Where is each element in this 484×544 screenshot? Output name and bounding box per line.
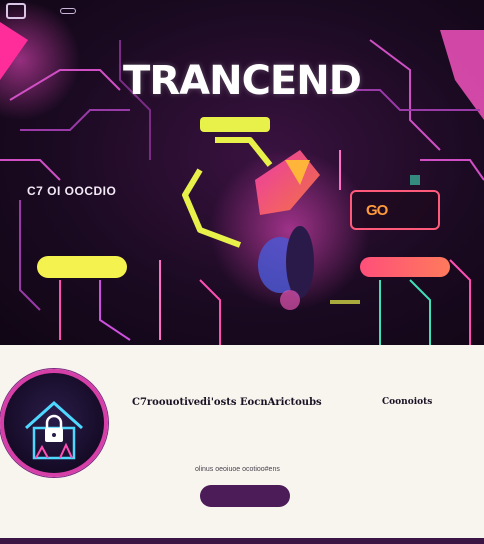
logo-icon[interactable] (6, 3, 26, 19)
hero-title: TRANCEND (123, 58, 362, 104)
side-title: Coonoiots (382, 397, 433, 407)
section-caption: olinus oeoiuoe ocotioo#ens (195, 466, 280, 473)
house-lock-icon (25, 400, 83, 460)
hero-section: TRANCEND C7 OI OOCDIO GO (0, 0, 484, 345)
hero-left-button[interactable] (37, 256, 127, 278)
hero-highlight-bar[interactable] (200, 117, 270, 132)
content-section: C7roouotivedi'osts EocnArictoubs olinus … (0, 345, 484, 544)
top-navigation (0, 0, 484, 22)
nav-link-3[interactable] (60, 8, 76, 14)
section-title: C7roouotivedi'osts EocnArictoubs (132, 397, 322, 408)
house-lock-badge (0, 369, 108, 477)
hero-right-button[interactable] (360, 257, 450, 277)
hero-feature-card[interactable]: GO (350, 190, 440, 230)
circuit-artwork (0, 0, 484, 345)
bottom-strip (0, 538, 484, 544)
content-button[interactable] (200, 485, 290, 507)
hero-left-heading: C7 OI OOCDIO (27, 184, 117, 198)
hero-left-block: C7 OI OOCDIO (27, 184, 139, 208)
go-icon: GO (366, 201, 388, 219)
